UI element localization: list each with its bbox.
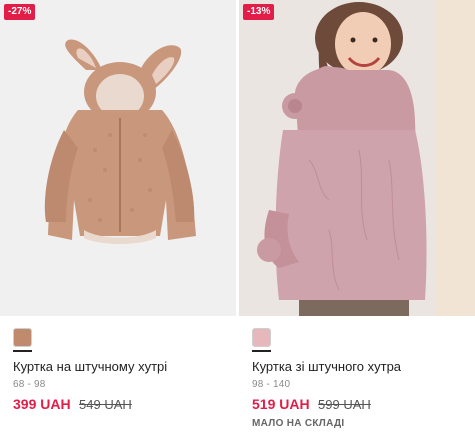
discount-badge: -27% [4, 4, 36, 20]
teddy-jacket-illustration [0, 0, 236, 316]
size-range: 68 - 98 [13, 379, 46, 390]
swatch-selected-indicator [252, 350, 271, 352]
product-card-1[interactable]: -27% Куртка на штучному хутрі 68 - 98 39… [0, 0, 236, 446]
low-stock-label: МАЛО НА СКЛАДІ [252, 418, 345, 429]
size-range: 98 - 140 [252, 379, 291, 390]
original-price: 549 UAH [79, 397, 132, 412]
product-image[interactable]: -13% [239, 0, 475, 316]
product-card-2[interactable]: -13% Куртка зі штучного хутра 98 - 140 5… [239, 0, 475, 446]
sale-price: 399 UAH [13, 396, 71, 412]
color-swatch[interactable] [252, 328, 271, 347]
sale-price: 519 UAH [252, 396, 310, 412]
color-swatch[interactable] [13, 328, 32, 347]
product-image[interactable]: -27% [0, 0, 236, 316]
pink-fur-jacket-photo [239, 0, 475, 316]
product-title[interactable]: Куртка на штучному хутрі [13, 359, 233, 374]
product-title[interactable]: Куртка зі штучного хутра [252, 359, 472, 374]
original-price: 599 UAH [318, 397, 371, 412]
price-block: 519 UAH 599 UAH [252, 396, 371, 414]
price-block: 399 UAH 549 UAH [13, 396, 132, 414]
swatch-selected-indicator [13, 350, 32, 352]
discount-badge: -13% [243, 4, 275, 20]
